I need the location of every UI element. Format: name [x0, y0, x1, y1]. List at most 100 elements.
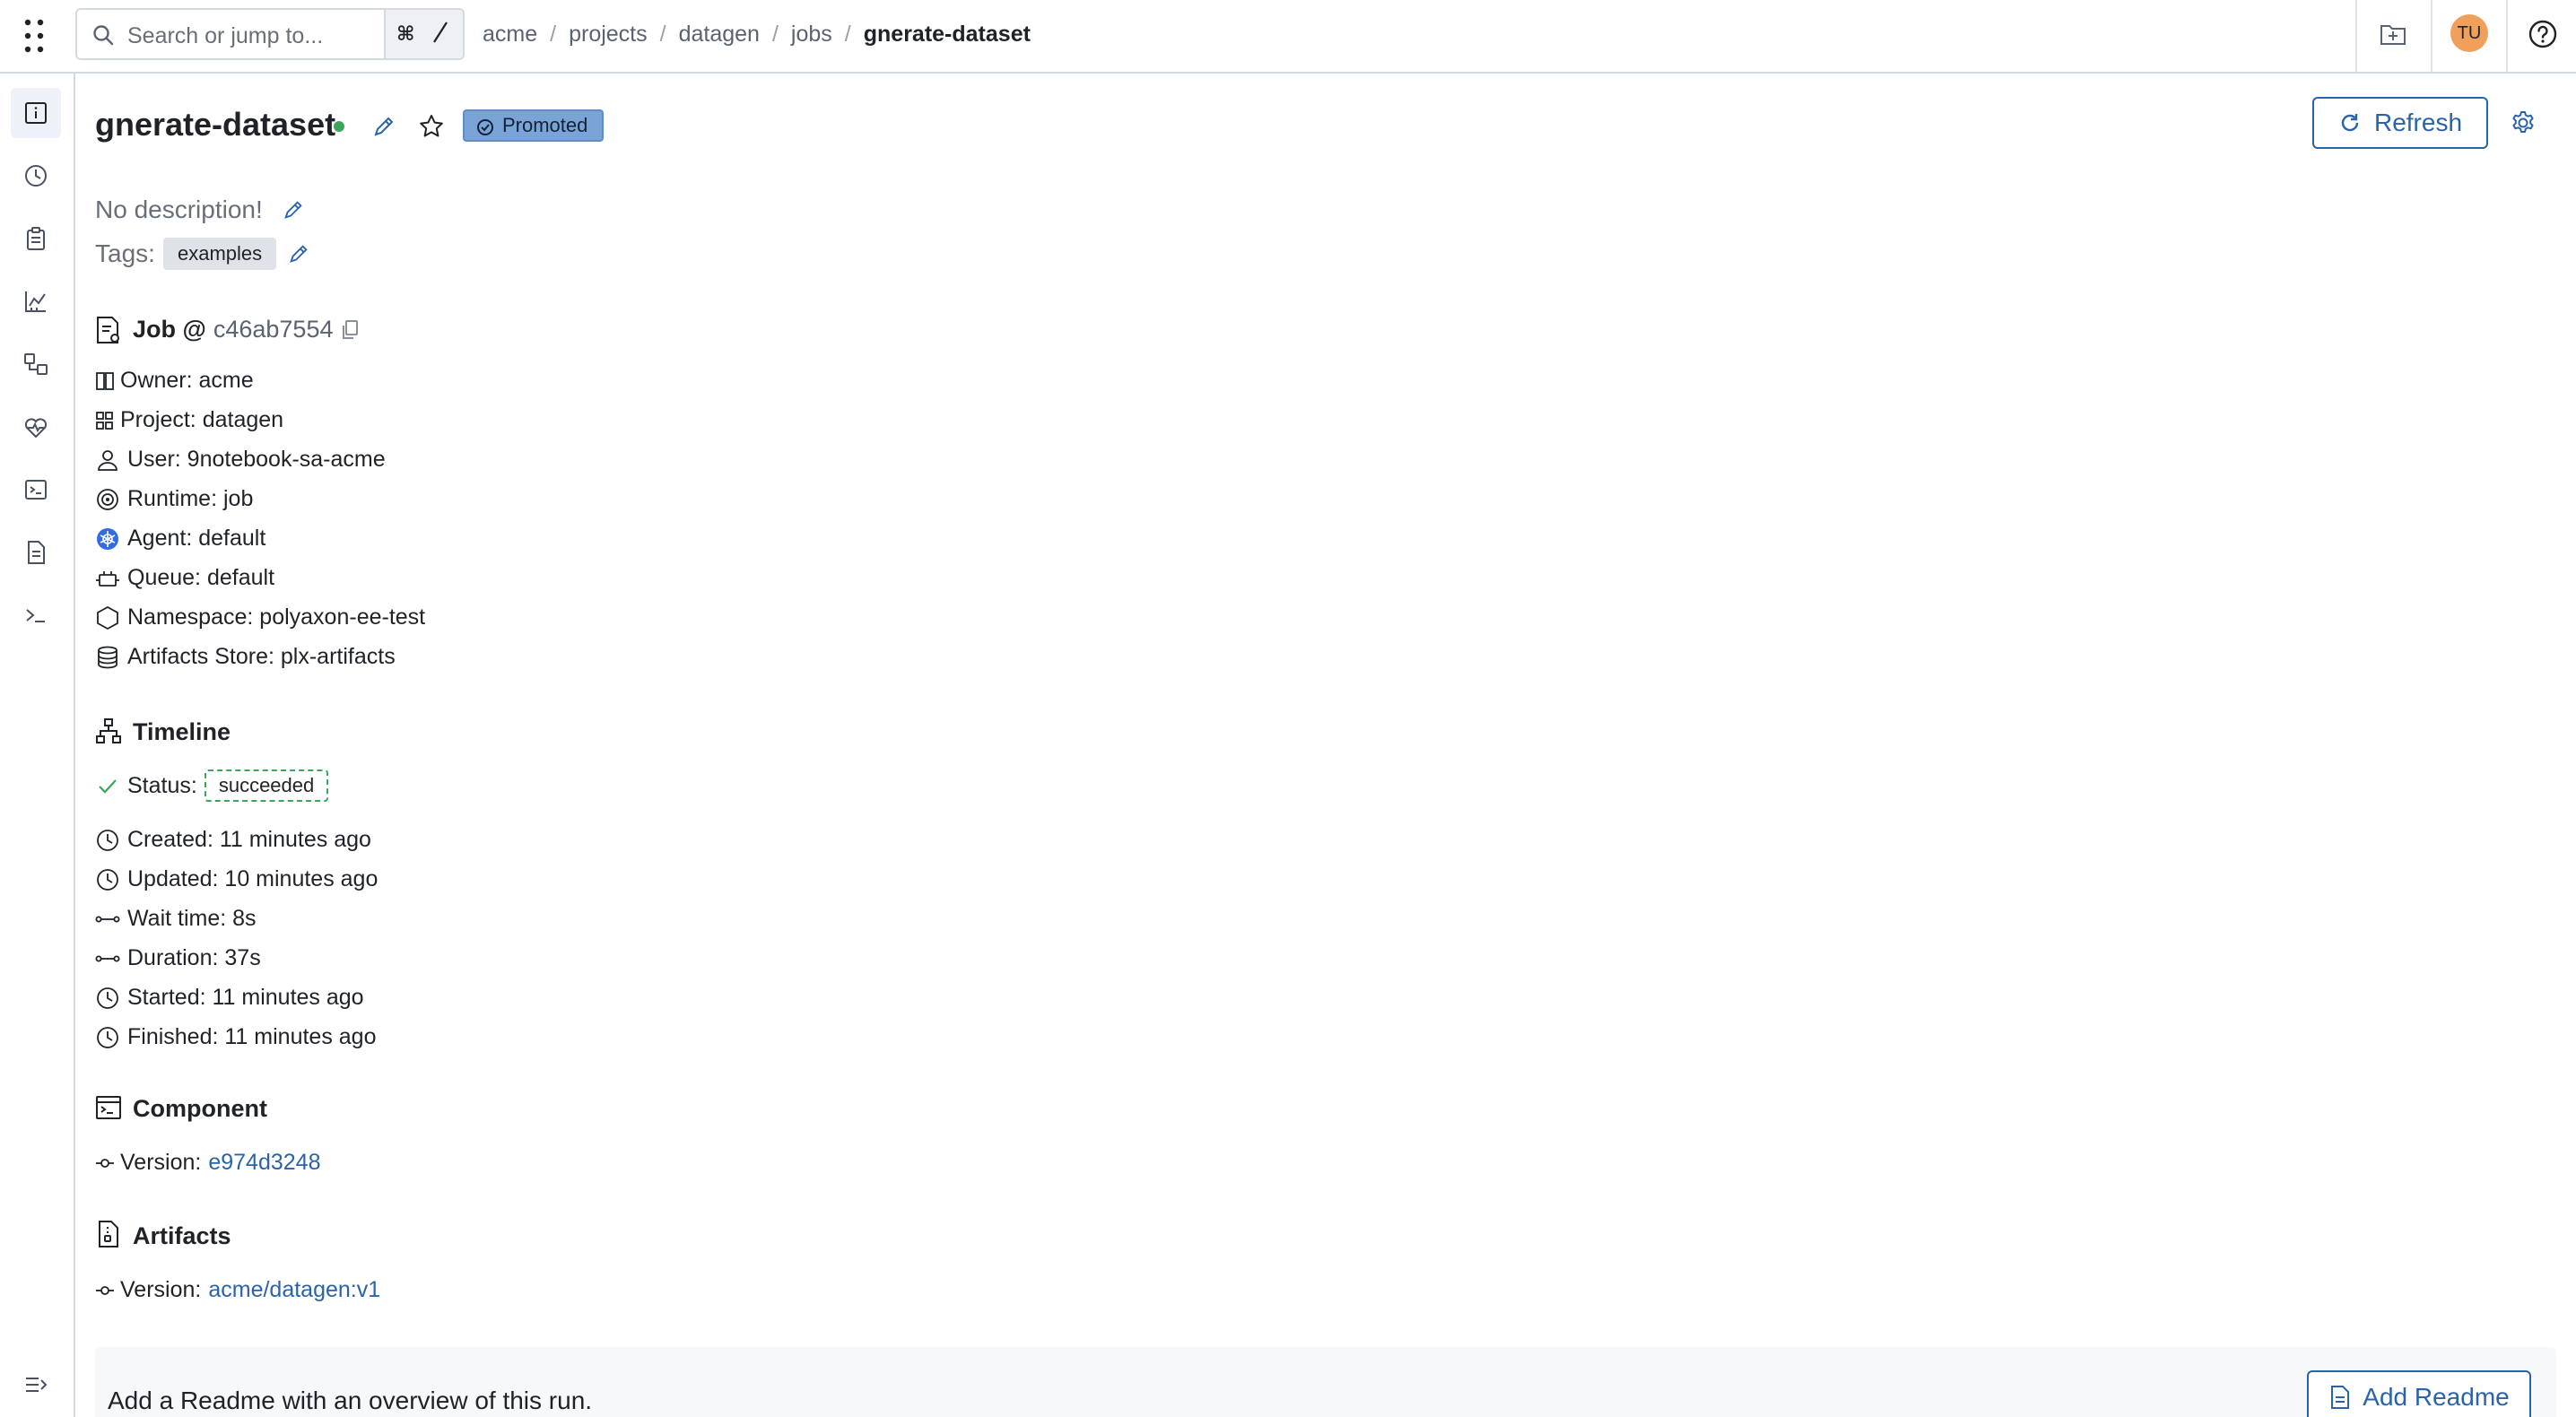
sidebar-item-logs[interactable] [11, 527, 61, 578]
refresh-icon [2341, 114, 2359, 132]
timeline-field-text: Wait time: 8s [127, 906, 257, 931]
sidebar-item-clipboard[interactable] [11, 213, 61, 264]
add-readme-button[interactable]: Add Readme [2307, 1370, 2531, 1417]
user-avatar[interactable]: TU [2450, 14, 2488, 52]
job-field-text: Artifacts Store: plx-artifacts [127, 644, 396, 669]
breadcrumb-jobs[interactable]: jobs [791, 22, 832, 48]
job-field-project: Project: datagen [95, 407, 283, 433]
topbar-divider [2431, 0, 2432, 72]
component-title: Component [133, 1095, 267, 1122]
duration-icon [95, 954, 120, 961]
topbar-divider [2355, 0, 2357, 72]
sidebar-item-overview[interactable] [11, 88, 61, 138]
job-field-owner: Owner: acme [95, 368, 254, 394]
timeline-field-text: Updated: 10 minutes ago [127, 866, 379, 891]
top-bar: Search or jump to... ⌘ acme / projects /… [0, 0, 2576, 74]
lineage-icon [24, 353, 48, 375]
timeline-status: Status: succeeded [95, 769, 329, 802]
timeline-field-started: Started: 11 minutes ago [95, 985, 364, 1011]
job-field-user: User: 9notebook-sa-acme [95, 447, 386, 473]
sidebar-item-metrics[interactable] [11, 276, 61, 326]
duration-icon [95, 915, 120, 922]
breadcrumb-projects[interactable]: projects [569, 22, 648, 48]
clipboard-icon [27, 227, 45, 250]
status-dot [334, 121, 344, 132]
shell-prompt-icon [26, 609, 45, 622]
refresh-button[interactable]: Refresh [2312, 97, 2488, 149]
job-header: Job @ c46ab7554 [133, 316, 360, 343]
search-input[interactable]: Search or jump to... ⌘ [75, 8, 465, 60]
job-field-runtime: Runtime: job [95, 486, 253, 512]
job-field-text: Namespace: polyaxon-ee-test [127, 604, 426, 630]
gear-icon[interactable] [2510, 109, 2537, 136]
apps-grid-icon[interactable] [23, 18, 45, 54]
artifacts-title: Artifacts [133, 1222, 231, 1249]
job-field-artifacts-store: Artifacts Store: plx-artifacts [95, 644, 396, 670]
left-sidebar [0, 74, 75, 1417]
tag-chip[interactable]: examples [163, 238, 277, 270]
chart-icon [25, 291, 46, 312]
edit-title-icon[interactable] [371, 114, 396, 139]
database-icon [98, 646, 117, 668]
owner-icon [96, 371, 114, 390]
health-icon [24, 418, 48, 439]
edit-tags-icon[interactable] [287, 242, 310, 265]
artifacts-version-label: Version: [120, 1277, 202, 1302]
job-field-text: Queue: default [127, 565, 275, 590]
promoted-icon [477, 119, 493, 135]
sidebar-item-terminal[interactable] [11, 465, 61, 515]
breadcrumb-separator: / [550, 22, 557, 47]
job-field-agent: Agent: default [95, 526, 265, 552]
search-shortcut-hint: ⌘ [384, 10, 463, 58]
timeline-field-text: Finished: 11 minutes ago [127, 1024, 377, 1049]
component-version: Version: e974d3248 [95, 1150, 320, 1176]
copy-icon[interactable] [340, 319, 360, 341]
search-placeholder: Search or jump to... [127, 23, 324, 48]
timeline-field-text: Started: 11 minutes ago [127, 985, 364, 1010]
document-icon [28, 541, 45, 564]
sidebar-collapse-toggle[interactable] [11, 1360, 61, 1410]
timeline-title: Timeline [133, 718, 231, 745]
topbar-divider [2506, 0, 2508, 72]
search-icon [93, 25, 114, 46]
project-icon [96, 411, 113, 430]
edit-description-icon[interactable] [282, 198, 305, 222]
breadcrumb-project[interactable]: datagen [679, 22, 760, 48]
sidebar-item-shell[interactable] [11, 590, 61, 640]
kubernetes-icon [97, 527, 118, 550]
slash-key-icon [433, 22, 448, 43]
queue-icon [96, 570, 119, 587]
commit-icon [96, 1285, 114, 1295]
component-version-link[interactable]: e974d3248 [208, 1150, 320, 1176]
star-icon[interactable] [418, 113, 445, 140]
job-field-queue: Queue: default [95, 565, 274, 591]
sidebar-item-health[interactable] [11, 402, 61, 452]
add-readme-label: Add Readme [2363, 1383, 2510, 1411]
clock-icon [97, 829, 118, 851]
description-text: No description! [95, 196, 263, 223]
breadcrumb-owner[interactable]: acme [483, 22, 537, 48]
promoted-label: Promoted [502, 114, 588, 136]
clock-icon [97, 868, 118, 891]
timeline-icon [96, 718, 121, 743]
job-field-text: Owner: acme [120, 368, 254, 393]
expand-sidebar-icon [26, 1378, 48, 1392]
refresh-label: Refresh [2373, 109, 2463, 136]
tags-label: Tags: [95, 239, 155, 267]
timeline-field-duration: Duration: 37s [95, 945, 261, 971]
readme-prompt: Add a Readme with an overview of this ru… [108, 1387, 593, 1414]
commit-icon [96, 1158, 114, 1168]
sidebar-item-lineage[interactable] [11, 339, 61, 389]
breadcrumb-separator: / [771, 22, 779, 47]
info-icon [25, 102, 47, 124]
status-badge: succeeded [204, 769, 329, 802]
promoted-badge: Promoted [463, 109, 605, 142]
help-icon[interactable] [2528, 19, 2558, 49]
namespace-icon [97, 605, 118, 630]
timeline-field-created: Created: 11 minutes ago [95, 827, 371, 853]
sidebar-item-history[interactable] [11, 151, 61, 201]
job-field-text: Runtime: job [127, 486, 254, 511]
artifacts-version-link[interactable]: acme/datagen:v1 [208, 1277, 380, 1303]
add-folder-icon[interactable] [2379, 20, 2407, 48]
page-title: gnerate-dataset [95, 106, 336, 143]
